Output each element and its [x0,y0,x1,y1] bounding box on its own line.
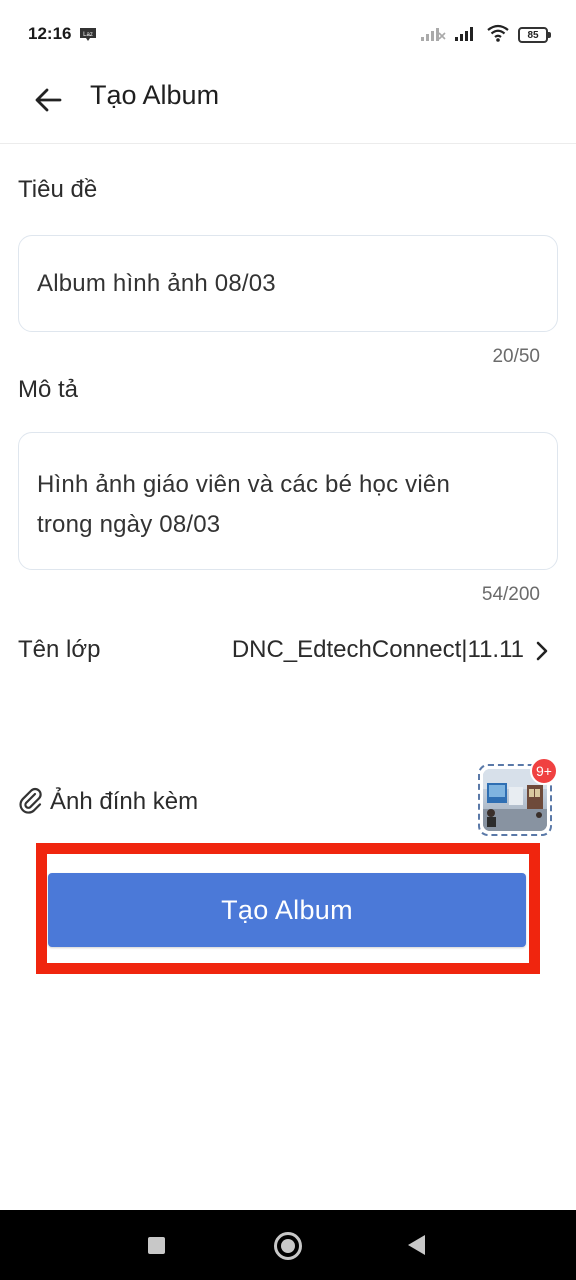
laz-icon: Laz [78,26,98,42]
create-album-button[interactable]: Tạo Album [48,873,526,947]
system-nav-bar [0,1210,576,1280]
home-circle-icon[interactable] [274,1232,302,1260]
back-button[interactable] [28,82,68,122]
back-triangle-icon[interactable] [408,1235,425,1255]
class-selector[interactable]: Tên lớp DNC_EdtechConnect|11.11 [18,630,558,672]
attachment-count-badge: 9+ [530,757,558,785]
description-line-1: Hình ảnh giáo viên và các bé học viên [37,471,450,498]
status-time: 12:16 [28,24,72,43]
title-counter: 20/50 [492,346,540,367]
attachment-row[interactable]: Ảnh đính kèm [18,780,198,824]
signal-icon [454,24,478,46]
no-signal-icon [420,24,446,46]
recents-square-icon[interactable] [148,1237,165,1254]
class-label: Tên lớp [18,636,101,663]
paperclip-icon [18,786,44,818]
class-value: DNC_EdtechConnect|11.11 [231,636,524,663]
page-title: Tạo Album [90,80,220,110]
app-bar: Tạo Album [0,70,576,144]
description-line-2: trong ngày 08/03 [37,511,221,538]
attachment-label: Ảnh đính kèm [50,788,199,815]
title-input[interactable]: Album hình ảnh 08/03 [18,235,558,332]
description-label: Mô tả [18,376,79,403]
description-counter: 54/200 [481,584,540,605]
svg-text:Laz: Laz [83,32,93,38]
wifi-icon [486,24,510,46]
arrow-left-icon [34,87,62,117]
chevron-right-icon [532,640,552,662]
status-bar: 12:16 Laz 85 [0,0,576,70]
title-label: Tiêu đề [18,176,98,203]
description-input[interactable]: Hình ảnh giáo viên và các bé học viên tr… [18,432,558,570]
status-icons: 85 [420,24,551,46]
battery-icon: 85 [518,27,551,43]
title-input-value: Album hình ảnh 08/03 [37,269,276,297]
